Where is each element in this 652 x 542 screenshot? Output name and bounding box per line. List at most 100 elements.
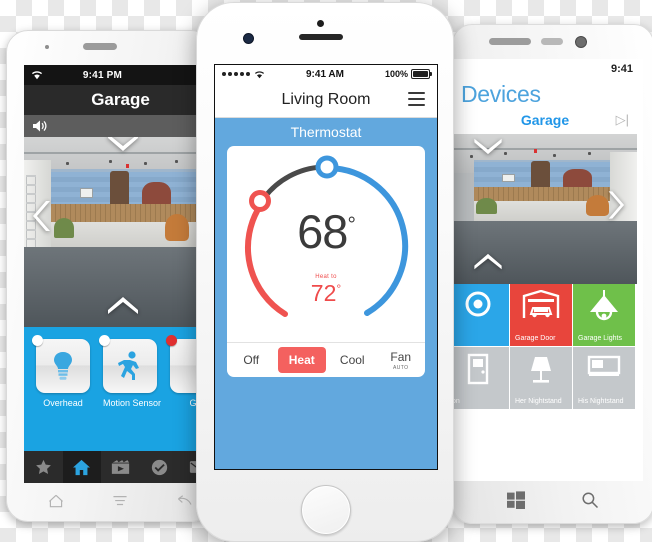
home-outline-icon[interactable] xyxy=(48,494,64,508)
tab-tasks[interactable] xyxy=(140,451,179,483)
android-camera-feed[interactable] xyxy=(24,137,212,327)
tile-her-nightstand[interactable]: Her Nightstand xyxy=(510,347,572,409)
tab-favorites[interactable] xyxy=(24,451,63,483)
battery-status: 100% xyxy=(384,69,432,79)
section-title: Thermostat xyxy=(290,124,362,140)
pendant-lamp-icon xyxy=(573,290,635,322)
front-camera-icon xyxy=(45,45,49,49)
mode-label: Cool xyxy=(339,353,365,367)
chevron-left-icon[interactable] xyxy=(32,199,54,233)
dial-connector-arc xyxy=(261,164,325,201)
front-camera-icon xyxy=(575,36,587,48)
mode-button-heat[interactable]: Heat xyxy=(277,347,326,373)
pivot-item-garage[interactable]: Garage xyxy=(521,112,569,128)
iphone-clock: 9:41 AM xyxy=(305,68,344,80)
tile-icon-container[interactable] xyxy=(32,335,90,393)
mode-button-fan[interactable]: Fan AUTO xyxy=(377,343,426,377)
mode-sublabel: AUTO xyxy=(393,364,409,371)
tile-his-nightstand[interactable]: His Nightstand xyxy=(573,347,635,409)
winphone-pivot-bar: Garage ▷| xyxy=(453,108,643,132)
next-pivot-icon[interactable]: ▷| xyxy=(616,112,629,128)
android-status-bar: 9:41 PM xyxy=(24,65,212,85)
winphone-status-bar: 9:41 xyxy=(453,59,643,79)
tile-label: His Nightstand xyxy=(578,398,624,405)
android-screen: 9:41 PM Garage Overhead Motion Sensor xyxy=(24,65,212,483)
tile-garage-lights[interactable]: Garage Lights xyxy=(573,284,635,346)
tab-scenes[interactable] xyxy=(101,451,140,483)
chevron-up-icon[interactable] xyxy=(106,137,140,153)
thermostat-dial[interactable]: 68° Heat to 72° xyxy=(227,146,425,342)
tile-label: Garage Lights xyxy=(578,335,622,342)
winphone-camera-feed[interactable] xyxy=(453,134,637,284)
tile-thermostat[interactable] xyxy=(453,284,509,346)
current-temperature-value: 68 xyxy=(297,205,348,258)
mode-label: Fan xyxy=(390,349,412,364)
mode-label: Off xyxy=(243,353,260,367)
cool-setpoint-handle[interactable] xyxy=(315,155,339,179)
iphone-status-bar: 9:41 AM 100% xyxy=(215,65,437,83)
degree-symbol: ° xyxy=(336,281,342,296)
battery-full-icon xyxy=(411,69,432,79)
home-icon xyxy=(73,459,91,475)
windows-logo-icon[interactable] xyxy=(507,491,525,509)
mode-label: Heat xyxy=(288,353,315,367)
tab-home[interactable] xyxy=(62,451,102,483)
earpiece-speaker xyxy=(83,43,117,50)
home-button[interactable] xyxy=(301,485,351,535)
menu-icon[interactable] xyxy=(112,494,128,508)
winphone-page-header: Devices xyxy=(461,81,541,107)
hamburger-menu-icon[interactable] xyxy=(408,92,425,110)
android-clock: 9:41 PM xyxy=(82,69,123,81)
wifi-icon xyxy=(31,71,43,80)
back-arrow-icon[interactable] xyxy=(176,494,193,508)
search-icon[interactable] xyxy=(581,491,599,509)
thermostat-card: 68° Heat to 72° Off Heat Cool Fan AUTO xyxy=(227,146,425,377)
bed-icon xyxy=(573,353,635,381)
tile-garage-door[interactable]: Garage Door xyxy=(510,284,572,346)
current-temperature: 68° xyxy=(227,204,425,259)
check-circle-icon xyxy=(151,459,167,475)
android-phone: 9:41 PM Garage Overhead Motion Sensor xyxy=(6,30,213,522)
chevron-down-icon[interactable] xyxy=(106,295,140,317)
winphone-tile-grid: Garage Door Garage Lights on Her Nightst… xyxy=(453,284,637,410)
android-camera-toolbar[interactable] xyxy=(24,115,212,137)
speaker-icon[interactable] xyxy=(32,119,49,133)
chevron-up-icon[interactable] xyxy=(471,136,505,156)
iphone-screen: 9:41 AM 100% Living Room Thermostat 68° … xyxy=(214,64,438,470)
setpoint-temperature-value: 72 xyxy=(310,280,337,306)
tile-motion-sensor[interactable]: Motion Sensor xyxy=(99,335,161,459)
android-title-bar: Garage xyxy=(24,85,212,115)
mode-button-cool[interactable]: Cool xyxy=(328,343,377,377)
winphone-screen: 9:41 Devices Garage ▷| Garage Door Garag… xyxy=(453,59,643,481)
tile-status-dot xyxy=(32,335,43,346)
page-title: Living Room xyxy=(281,91,371,108)
degree-symbol: ° xyxy=(347,213,355,237)
windows-phone: 9:41 Devices Garage ▷| Garage Door Garag… xyxy=(452,24,652,524)
android-system-nav xyxy=(24,483,212,519)
star-icon xyxy=(35,459,51,474)
light-bulb-icon xyxy=(54,352,72,380)
tile-icon-container[interactable] xyxy=(99,335,157,393)
chevron-right-icon[interactable] xyxy=(605,189,625,221)
earpiece-speaker-secondary xyxy=(541,38,563,45)
film-icon xyxy=(111,460,130,474)
chevron-down-icon[interactable] xyxy=(471,252,505,272)
tile-overhead[interactable]: Overhead xyxy=(32,335,90,459)
tile-door[interactable]: on xyxy=(453,347,509,409)
tile-status-dot xyxy=(166,335,177,346)
garage-door-car-icon xyxy=(510,290,572,320)
front-camera-icon xyxy=(317,20,324,27)
earpiece-speaker xyxy=(299,34,343,40)
mode-button-off[interactable]: Off xyxy=(227,343,276,377)
proximity-sensor-icon xyxy=(243,33,254,44)
iphone-nav-bar: Living Room xyxy=(215,83,437,118)
tile-label: Her Nightstand xyxy=(515,398,562,405)
earpiece-speaker xyxy=(489,38,531,45)
screenshot-stage: 9:41 PM Garage Overhead Motion Sensor 9:… xyxy=(0,0,652,542)
mode-selector: Off Heat Cool Fan AUTO xyxy=(227,342,425,377)
battery-percent-label: 100% xyxy=(384,69,408,79)
nest-icon xyxy=(453,290,509,318)
iphone: 9:41 AM 100% Living Room Thermostat 68° … xyxy=(196,2,454,542)
winphone-clock: 9:41 xyxy=(610,63,633,75)
wifi-icon xyxy=(254,70,265,78)
